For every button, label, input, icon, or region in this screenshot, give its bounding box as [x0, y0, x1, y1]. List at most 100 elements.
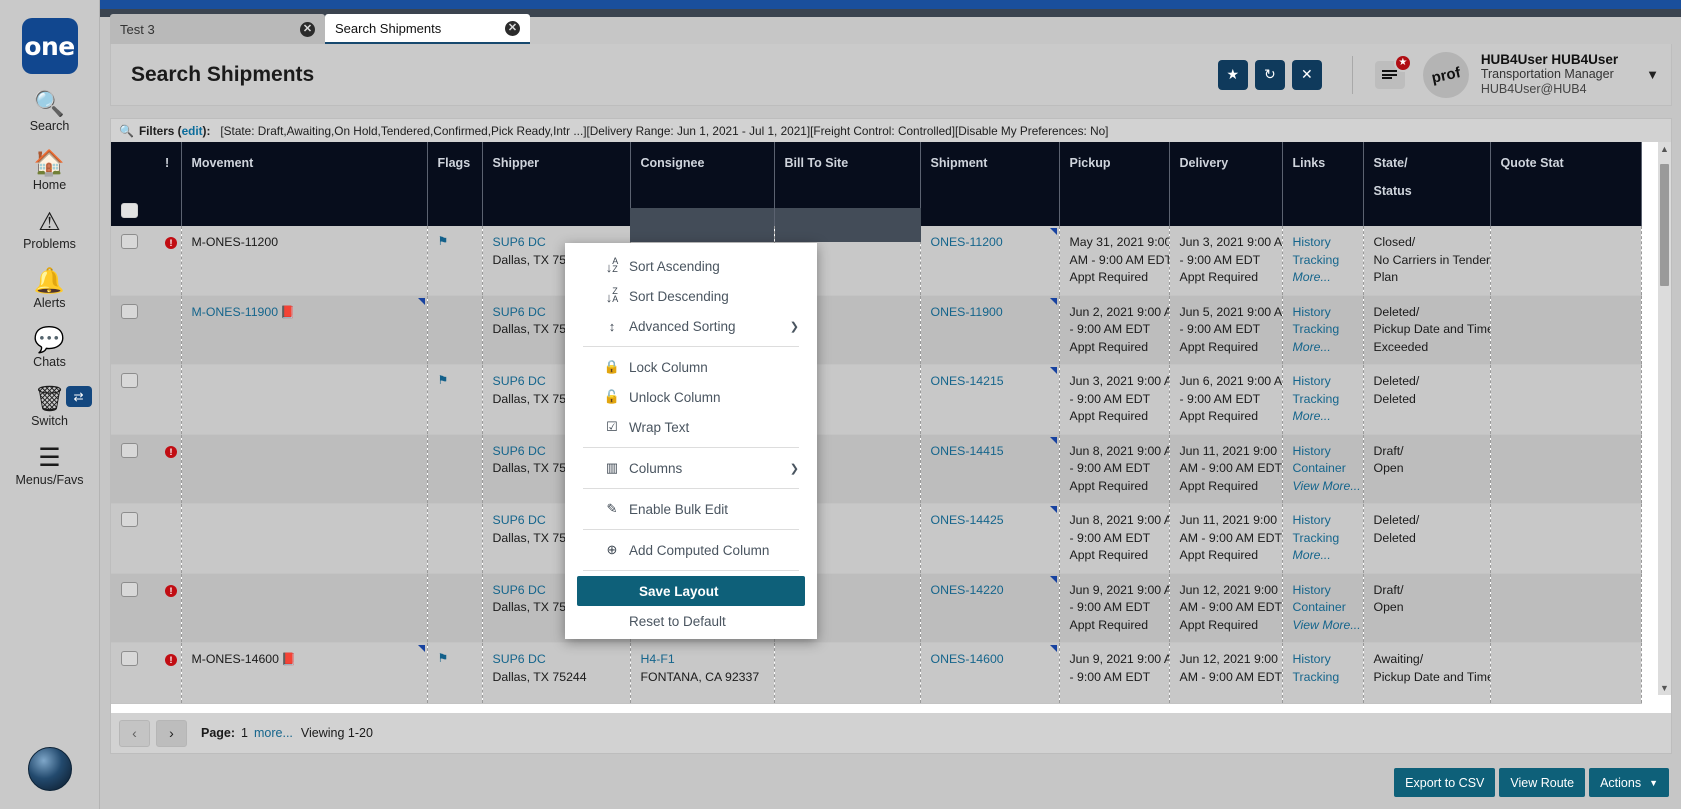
shipment-link[interactable]: ONES-14220	[931, 582, 1059, 600]
shipment-link[interactable]: ONES-14215	[931, 373, 1059, 391]
next-page-button[interactable]: ›	[156, 720, 187, 747]
shipment-link[interactable]: ONES-11200	[931, 234, 1059, 252]
link-tracking[interactable]: Tracking	[1293, 321, 1363, 339]
shipment-link[interactable]: ONES-14415	[931, 443, 1059, 461]
book-icon[interactable]: 📕	[279, 652, 295, 666]
link-tracking[interactable]: Tracking	[1293, 252, 1363, 270]
filters-edit-link[interactable]: edit	[182, 124, 203, 138]
prev-page-button[interactable]: ‹	[119, 720, 150, 747]
link-more[interactable]: More...	[1293, 408, 1363, 426]
row-checkbox[interactable]	[121, 234, 138, 249]
rail-item-problems[interactable]: ⚠ Problems	[0, 209, 100, 251]
switch-badge-icon[interactable]: ⇄	[66, 386, 92, 407]
menu-item-columns[interactable]: ▥Columns❯	[565, 453, 817, 483]
column-header-alert[interactable]: !	[155, 142, 181, 226]
link-history[interactable]: History	[1293, 373, 1363, 391]
avatar[interactable]: prof	[1419, 47, 1474, 102]
link-tracking[interactable]: Tracking	[1293, 530, 1363, 548]
row-checkbox[interactable]	[121, 582, 138, 597]
link-container[interactable]: Container	[1293, 460, 1363, 478]
book-icon[interactable]: 📕	[278, 305, 294, 319]
column-context-menu[interactable]: ↓AZSort Ascending↓ZASort Descending↕Adva…	[565, 243, 817, 639]
refresh-button[interactable]: ↻	[1255, 60, 1285, 90]
rail-item-switch[interactable]: 🗑 Switch ⇄	[0, 386, 100, 428]
more-pages-link[interactable]: more...	[254, 726, 293, 740]
column-header-pickup[interactable]: Pickup	[1059, 142, 1169, 226]
link-history[interactable]: History	[1293, 443, 1363, 461]
column-header-state[interactable]: State/Status	[1363, 142, 1490, 226]
menu-item-add-computed-column[interactable]: ⊕Add Computed Column	[565, 535, 817, 565]
tab-test-3[interactable]: Test 3 ✕	[110, 14, 325, 44]
movement-value[interactable]: M-ONES-11900 📕	[192, 304, 427, 322]
link-more[interactable]: More...	[1293, 269, 1363, 287]
close-icon[interactable]: ✕	[300, 22, 315, 37]
row-checkbox[interactable]	[121, 651, 138, 666]
table-row[interactable]: ⚑SUP6 DCDallas, TX 75244ONES-14215Jun 3,…	[111, 365, 1641, 435]
vertical-scrollbar[interactable]: ▲ ▼	[1658, 142, 1671, 695]
menu-item-enable-bulk-edit[interactable]: ✎Enable Bulk Edit	[565, 494, 817, 524]
flag-icon[interactable]: ⚑	[438, 651, 449, 665]
table-row[interactable]: !SUP6 DCDallas, TX 75244ONES-14415Jun 8,…	[111, 434, 1641, 504]
table-row[interactable]: M-ONES-11900 📕SUP6 DCDallas, TX 75244ONE…	[111, 295, 1641, 365]
link-history[interactable]: History	[1293, 651, 1363, 669]
actions-button[interactable]: Actions ▼	[1589, 768, 1669, 797]
rail-item-alerts[interactable]: 🔔 Alerts	[0, 268, 100, 310]
close-button[interactable]: ✕	[1292, 60, 1322, 90]
menu-item-sort-ascending[interactable]: ↓AZSort Ascending	[565, 251, 817, 281]
column-header-flags[interactable]: Flags	[427, 142, 482, 226]
link-history[interactable]: History	[1293, 582, 1363, 600]
consignee-line[interactable]: H4-F1	[641, 651, 774, 669]
export-to-csv-button[interactable]: Export to CSV	[1394, 768, 1495, 797]
flag-icon[interactable]: ⚑	[438, 373, 449, 387]
row-checkbox[interactable]	[121, 443, 138, 458]
rail-avatar[interactable]	[28, 747, 72, 791]
menu-item-sort-descending[interactable]: ↓ZASort Descending	[565, 281, 817, 311]
link-tracking[interactable]: Tracking	[1293, 669, 1363, 687]
vscroll-thumb[interactable]	[1660, 164, 1669, 286]
error-icon[interactable]: !	[165, 654, 177, 666]
menu-item-reset-to-default[interactable]: Reset to Default	[565, 606, 817, 636]
shipment-link[interactable]: ONES-14600	[931, 651, 1059, 669]
link-history[interactable]: History	[1293, 512, 1363, 530]
table-row[interactable]: SUP6 DCDallas, TX 75244ONES-14425Jun 8, …	[111, 504, 1641, 574]
select-all-checkbox[interactable]	[121, 203, 138, 218]
error-icon[interactable]: !	[165, 237, 177, 249]
column-header-shipper[interactable]: Shipper	[482, 142, 630, 226]
shipper-line[interactable]: SUP6 DC	[493, 651, 630, 669]
shipment-link[interactable]: ONES-11900	[931, 304, 1059, 322]
error-icon[interactable]: !	[165, 446, 177, 458]
menu-item-unlock-column[interactable]: 🔓Unlock Column	[565, 382, 817, 412]
column-header-quote[interactable]: Quote Stat	[1490, 142, 1641, 226]
link-container[interactable]: Container	[1293, 599, 1363, 617]
row-checkbox[interactable]	[121, 512, 138, 527]
link-history[interactable]: History	[1293, 304, 1363, 322]
error-icon[interactable]: !	[165, 585, 177, 597]
menu-item-save-layout[interactable]: Save Layout	[577, 576, 805, 606]
column-header-links[interactable]: Links	[1282, 142, 1363, 226]
table-row[interactable]: !M-ONES-14600 📕⚑SUP6 DCDallas, TX 75244H…	[111, 643, 1641, 704]
scroll-down-icon[interactable]: ▼	[1660, 683, 1669, 693]
link-tracking[interactable]: Tracking	[1293, 391, 1363, 409]
rail-item-chats[interactable]: 💬 Chats	[0, 327, 100, 369]
link-view-more[interactable]: View More...	[1293, 478, 1363, 496]
flag-icon[interactable]: ⚑	[438, 234, 449, 248]
column-header-shipment[interactable]: Shipment	[920, 142, 1059, 226]
row-checkbox[interactable]	[121, 304, 138, 319]
menu-item-wrap-text[interactable]: ☑Wrap Text	[565, 412, 817, 442]
column-header-delivery[interactable]: Delivery	[1169, 142, 1282, 226]
link-history[interactable]: History	[1293, 234, 1363, 252]
tab-search-shipments[interactable]: Search Shipments ✕	[325, 14, 530, 44]
column-header-movement[interactable]: Movement	[181, 142, 427, 226]
chevron-down-icon[interactable]: ▼	[1646, 67, 1659, 82]
rail-item-home[interactable]: 🏠 Home	[0, 150, 100, 192]
table-row[interactable]: !SUP6 DCDallas, TX 75244ONES-14220Jun 9,…	[111, 573, 1641, 643]
link-view-more[interactable]: View More...	[1293, 617, 1363, 635]
link-more[interactable]: More...	[1293, 339, 1363, 357]
menu-item-lock-column[interactable]: 🔒Lock Column	[565, 352, 817, 382]
one-logo[interactable]: one	[22, 18, 78, 74]
scroll-up-icon[interactable]: ▲	[1660, 144, 1669, 154]
close-icon[interactable]: ✕	[505, 21, 520, 36]
link-more[interactable]: More...	[1293, 547, 1363, 565]
view-route-button[interactable]: View Route	[1499, 768, 1585, 797]
menu-item-advanced-sorting[interactable]: ↕Advanced Sorting❯	[565, 311, 817, 341]
